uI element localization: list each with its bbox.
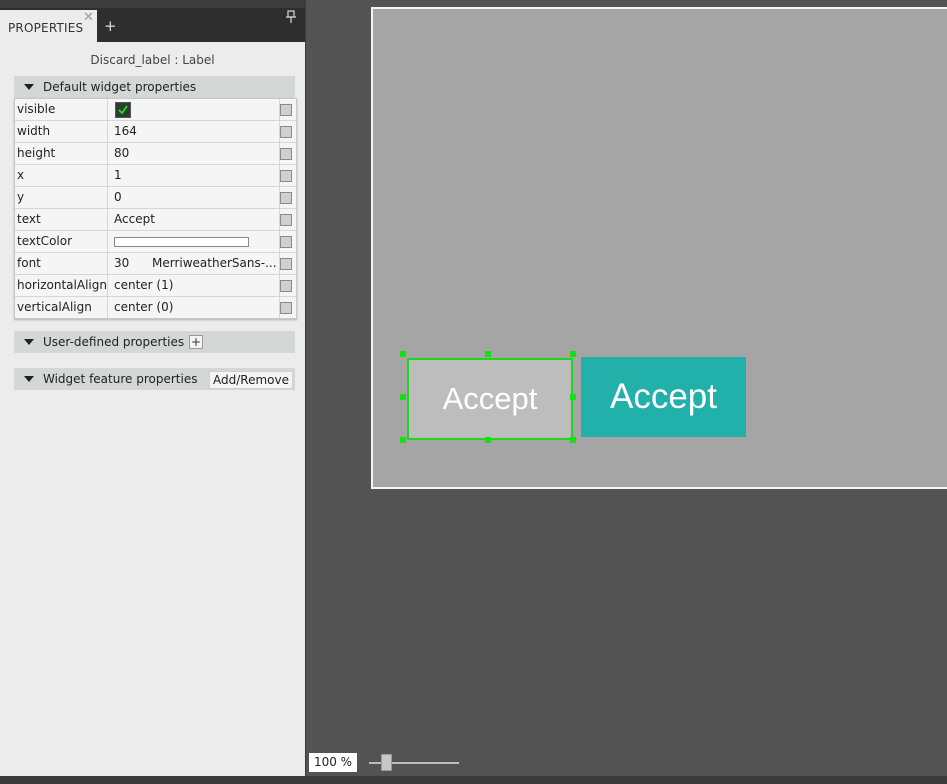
textcolor-field[interactable] (108, 231, 280, 252)
property-row-horizontalalign: horizontalAlign center (1) (15, 275, 296, 297)
collapse-triangle-icon[interactable] (24, 376, 34, 382)
property-value (108, 99, 280, 120)
property-table: visible width 164 height 80 x 1 y 0 text… (14, 98, 297, 319)
property-name: horizontalAlign (15, 275, 108, 296)
widget-title: Discard_label : Label (90, 53, 215, 67)
visible-checkbox[interactable] (115, 102, 131, 118)
color-swatch[interactable] (114, 237, 249, 247)
property-row-text: text Accept (15, 209, 296, 231)
font-size-value: 30 (114, 256, 130, 270)
text-field[interactable]: Accept (108, 209, 280, 230)
zoom-input[interactable]: 100 % (309, 753, 357, 772)
resize-handle-top-right[interactable] (570, 351, 576, 357)
collapse-triangle-icon[interactable] (24, 339, 34, 345)
property-reset-checkbox[interactable] (280, 236, 292, 248)
property-row-height: height 80 (15, 143, 296, 165)
height-field[interactable]: 80 (108, 143, 280, 164)
resize-handle-right[interactable] (570, 394, 576, 400)
resize-handle-bottom-left[interactable] (400, 437, 406, 443)
property-row-width: width 164 (15, 121, 296, 143)
property-reset-checkbox[interactable] (280, 148, 292, 160)
property-row-y: y 0 (15, 187, 296, 209)
property-reset-checkbox[interactable] (280, 170, 292, 182)
section-title: User-defined properties (43, 335, 185, 349)
zoom-slider-handle[interactable] (380, 754, 392, 771)
property-reset-checkbox[interactable] (280, 280, 292, 292)
resize-handle-bottom[interactable] (485, 437, 491, 443)
tab-properties-label: PROPERTIES (8, 21, 84, 35)
section-title: Widget feature properties (43, 372, 198, 386)
property-name: height (15, 143, 108, 164)
property-name: font (15, 253, 108, 274)
property-name: width (15, 121, 108, 142)
property-row-x: x 1 (15, 165, 296, 187)
font-field[interactable]: 30 MerriweatherSans-... (108, 253, 280, 274)
property-row-verticalalign: verticalAlign center (0) (15, 297, 296, 318)
property-row-font: font 30 MerriweatherSans-... (15, 253, 296, 275)
section-title: Default widget properties (43, 80, 197, 94)
property-row-textcolor: textColor (15, 231, 296, 253)
discard-label-text: Accept (442, 381, 538, 416)
x-field[interactable]: 1 (108, 165, 280, 186)
property-name: x (15, 165, 108, 186)
resize-handle-bottom-right[interactable] (570, 437, 576, 443)
width-field[interactable]: 164 (108, 121, 280, 142)
property-reset-checkbox[interactable] (280, 302, 292, 314)
resize-handle-top[interactable] (485, 351, 491, 357)
accept-button-widget[interactable]: Accept (581, 357, 746, 437)
property-reset-checkbox[interactable] (280, 104, 292, 116)
section-widget-feature-properties[interactable]: Widget feature properties Add/Remove (14, 368, 295, 390)
property-row-visible: visible (15, 99, 296, 121)
property-reset-checkbox[interactable] (280, 258, 292, 270)
discard-label-widget[interactable]: Accept (407, 358, 573, 440)
y-field[interactable]: 0 (108, 187, 280, 208)
property-reset-checkbox[interactable] (280, 192, 292, 204)
top-strip (0, 0, 305, 8)
font-family-value: MerriweatherSans-... (152, 256, 277, 270)
property-name: textColor (15, 231, 108, 252)
collapse-triangle-icon[interactable] (24, 84, 34, 90)
property-reset-checkbox[interactable] (280, 214, 292, 226)
resize-handle-left[interactable] (400, 394, 406, 400)
section-user-defined-properties[interactable]: User-defined properties + (14, 331, 295, 353)
accept-button-text: Accept (610, 377, 717, 416)
bottom-strip (0, 776, 947, 784)
pin-icon[interactable] (286, 10, 296, 24)
properties-panel: PROPERTIES ✕ + Discard_label : Label Def… (0, 0, 306, 776)
property-name: visible (15, 99, 108, 120)
add-tab-icon[interactable]: + (104, 17, 117, 35)
close-icon[interactable]: ✕ (83, 11, 94, 25)
property-name: text (15, 209, 108, 230)
property-name: verticalAlign (15, 297, 108, 318)
horizontalalign-field[interactable]: center (1) (108, 275, 280, 296)
add-property-button[interactable]: + (189, 335, 203, 349)
property-reset-checkbox[interactable] (280, 126, 292, 138)
resize-handle-top-left[interactable] (400, 351, 406, 357)
add-remove-button[interactable]: Add/Remove (209, 371, 293, 389)
verticalalign-field[interactable]: center (0) (108, 297, 280, 318)
property-name: y (15, 187, 108, 208)
section-default-widget-properties[interactable]: Default widget properties (14, 76, 295, 98)
